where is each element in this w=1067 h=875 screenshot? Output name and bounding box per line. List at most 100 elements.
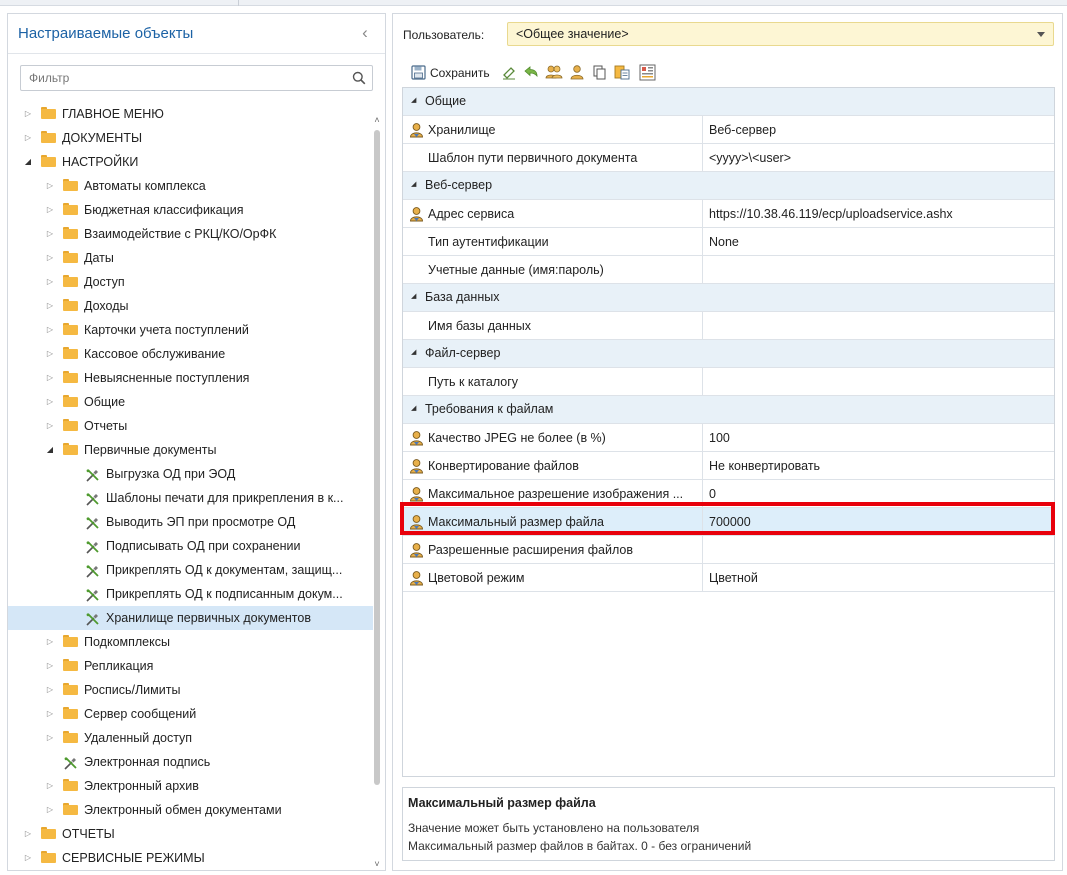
eraser-button[interactable] bbox=[501, 64, 517, 82]
tree-item[interactable]: ▷ Кассовое обслуживание bbox=[8, 342, 373, 366]
property-value[interactable]: None bbox=[709, 235, 739, 249]
tree-item[interactable]: ▷ Роспись/Лимиты bbox=[8, 678, 373, 702]
expanded-arrow-icon[interactable]: ◢ bbox=[23, 150, 33, 174]
collapsed-arrow-icon[interactable]: ▷ bbox=[45, 798, 55, 822]
property-value[interactable]: Веб-сервер bbox=[709, 123, 776, 137]
collapsed-arrow-icon[interactable]: ▷ bbox=[45, 366, 55, 390]
tree-item[interactable]: ▷ Электронный архив bbox=[8, 774, 373, 798]
tree-item[interactable]: Прикреплять ОД к документам, защищ... bbox=[8, 558, 373, 582]
property-group-header[interactable]: ◢ База данных bbox=[403, 284, 1054, 312]
collapsed-arrow-icon[interactable]: ▷ bbox=[23, 822, 33, 846]
tree-item[interactable]: ▷ Доступ bbox=[8, 270, 373, 294]
scroll-down-icon[interactable]: ˅ bbox=[371, 858, 383, 870]
property-row[interactable]: Адрес сервиса https://10.38.46.119/ecp/up… bbox=[403, 200, 1054, 228]
collapsed-arrow-icon[interactable]: ▷ bbox=[45, 774, 55, 798]
tree-item[interactable]: ▷ Отчеты bbox=[8, 414, 373, 438]
property-group-header[interactable]: ◢ Требования к файлам bbox=[403, 396, 1054, 424]
tree-item[interactable]: Выгрузка ОД при ЭОД bbox=[8, 462, 373, 486]
tree-item[interactable]: ▷ Электронный обмен документами bbox=[8, 798, 373, 822]
tree-item[interactable]: ▷ Подкомплексы bbox=[8, 630, 373, 654]
property-row[interactable]: Разрешенные расширения файлов bbox=[403, 536, 1054, 564]
collapsed-arrow-icon[interactable]: ▷ bbox=[45, 702, 55, 726]
property-row[interactable]: Имя базы данных bbox=[403, 312, 1054, 340]
user-select[interactable]: <Общее значение> bbox=[507, 22, 1054, 46]
collapsed-arrow-icon[interactable]: ▷ bbox=[45, 246, 55, 270]
collapsed-arrow-icon[interactable]: ▷ bbox=[45, 318, 55, 342]
undo-button[interactable] bbox=[523, 64, 539, 82]
tree-item[interactable]: ▷ ДОКУМЕНТЫ bbox=[8, 126, 373, 150]
tree-item[interactable]: ▷ Карточки учета поступлений bbox=[8, 318, 373, 342]
tree-item[interactable]: ▷ Невыясненные поступления bbox=[8, 366, 373, 390]
tree-item[interactable]: ▷ Даты bbox=[8, 246, 373, 270]
property-value[interactable]: 100 bbox=[709, 431, 730, 445]
copy-button[interactable] bbox=[591, 64, 607, 82]
property-row[interactable]: Учетные данные (имя:пароль) bbox=[403, 256, 1054, 284]
search-icon[interactable] bbox=[352, 71, 366, 85]
property-row[interactable]: Тип аутентификации None bbox=[403, 228, 1054, 256]
collapsed-arrow-icon[interactable]: ▷ bbox=[23, 102, 33, 126]
scroll-up-icon[interactable]: ˄ bbox=[371, 114, 383, 126]
property-row[interactable]: Шаблон пути первичного документа <yyyy>\<… bbox=[403, 144, 1054, 172]
property-value[interactable]: Не конвертировать bbox=[709, 459, 820, 473]
property-row[interactable]: Конвертирование файлов Не конвертировать bbox=[403, 452, 1054, 480]
save-button[interactable]: Сохранить bbox=[411, 64, 491, 82]
expanded-arrow-icon[interactable]: ◢ bbox=[411, 292, 416, 300]
tree-item[interactable]: ▷ Доходы bbox=[8, 294, 373, 318]
collapsed-arrow-icon[interactable]: ▷ bbox=[45, 726, 55, 750]
users-button[interactable] bbox=[545, 64, 563, 82]
expanded-arrow-icon[interactable]: ◢ bbox=[411, 180, 416, 188]
tree-item[interactable]: ▷ Сервер сообщений bbox=[8, 702, 373, 726]
user-button[interactable] bbox=[569, 64, 585, 82]
tree-item[interactable]: ▷ Удаленный доступ bbox=[8, 726, 373, 750]
expanded-arrow-icon[interactable]: ◢ bbox=[45, 438, 55, 462]
tree-item[interactable]: ▷ СЕРВИСНЫЕ РЕЖИМЫ bbox=[8, 846, 373, 870]
property-value[interactable]: <yyyy>\<user> bbox=[709, 151, 791, 165]
collapsed-arrow-icon[interactable]: ▷ bbox=[45, 630, 55, 654]
expanded-arrow-icon[interactable]: ◢ bbox=[411, 348, 416, 356]
tree-item[interactable]: ▷ Общие bbox=[8, 390, 373, 414]
export-button[interactable] bbox=[639, 64, 657, 82]
filter-input[interactable] bbox=[21, 66, 341, 90]
paste-button[interactable] bbox=[613, 64, 631, 82]
tree-item[interactable]: ▷ Бюджетная классификация bbox=[8, 198, 373, 222]
tree-item[interactable]: Шаблоны печати для прикрепления в к... bbox=[8, 486, 373, 510]
collapse-panel-icon[interactable]: ‹ bbox=[357, 23, 373, 43]
property-row[interactable]: Цветовой режим Цветной bbox=[403, 564, 1054, 592]
tree-scrollbar[interactable]: ˄ ˅ bbox=[373, 114, 381, 870]
property-row[interactable]: Путь к каталогу bbox=[403, 368, 1054, 396]
filter-field[interactable] bbox=[20, 65, 373, 91]
tree-item[interactable]: ▷ Репликация bbox=[8, 654, 373, 678]
chevron-down-icon[interactable] bbox=[1037, 32, 1045, 37]
tree-item[interactable]: Прикреплять ОД к подписанным докум... bbox=[8, 582, 373, 606]
property-value[interactable]: Цветной bbox=[709, 571, 758, 585]
tree-item[interactable]: Выводить ЭП при просмотре ОД bbox=[8, 510, 373, 534]
property-row[interactable]: Качество JPEG не более (в %) 100 bbox=[403, 424, 1054, 452]
collapsed-arrow-icon[interactable]: ▷ bbox=[45, 342, 55, 366]
property-value[interactable]: 0 bbox=[709, 487, 716, 501]
collapsed-arrow-icon[interactable]: ▷ bbox=[45, 270, 55, 294]
property-row[interactable]: Хранилище Веб-сервер bbox=[403, 116, 1054, 144]
collapsed-arrow-icon[interactable]: ▷ bbox=[45, 654, 55, 678]
property-value[interactable]: https://10.38.46.119/ecp/uploadservice.a… bbox=[709, 207, 953, 221]
tree-item[interactable]: ▷ ГЛАВНОЕ МЕНЮ bbox=[8, 102, 373, 126]
scrollbar-thumb[interactable] bbox=[374, 130, 380, 785]
collapsed-arrow-icon[interactable]: ▷ bbox=[23, 846, 33, 870]
tree-item[interactable]: Электронная подпись bbox=[8, 750, 373, 774]
collapsed-arrow-icon[interactable]: ▷ bbox=[45, 222, 55, 246]
collapsed-arrow-icon[interactable]: ▷ bbox=[45, 678, 55, 702]
collapsed-arrow-icon[interactable]: ▷ bbox=[45, 174, 55, 198]
property-group-header[interactable]: ◢ Общие bbox=[403, 88, 1054, 116]
tree-item[interactable]: ▷ ОТЧЕТЫ bbox=[8, 822, 373, 846]
collapsed-arrow-icon[interactable]: ▷ bbox=[45, 414, 55, 438]
collapsed-arrow-icon[interactable]: ▷ bbox=[23, 126, 33, 150]
expanded-arrow-icon[interactable]: ◢ bbox=[411, 404, 416, 412]
tree-item[interactable]: ◢ НАСТРОЙКИ bbox=[8, 150, 373, 174]
tree-item[interactable]: Подписывать ОД при сохранении bbox=[8, 534, 373, 558]
tree-item[interactable]: Хранилище первичных документов bbox=[8, 606, 373, 630]
collapsed-arrow-icon[interactable]: ▷ bbox=[45, 294, 55, 318]
expanded-arrow-icon[interactable]: ◢ bbox=[411, 96, 416, 104]
tree-item[interactable]: ▷ Взаимодействие с РКЦ/КО/ОрФК bbox=[8, 222, 373, 246]
collapsed-arrow-icon[interactable]: ▷ bbox=[45, 390, 55, 414]
property-group-header[interactable]: ◢ Веб-сервер bbox=[403, 172, 1054, 200]
tree-item[interactable]: ▷ Автоматы комплекса bbox=[8, 174, 373, 198]
